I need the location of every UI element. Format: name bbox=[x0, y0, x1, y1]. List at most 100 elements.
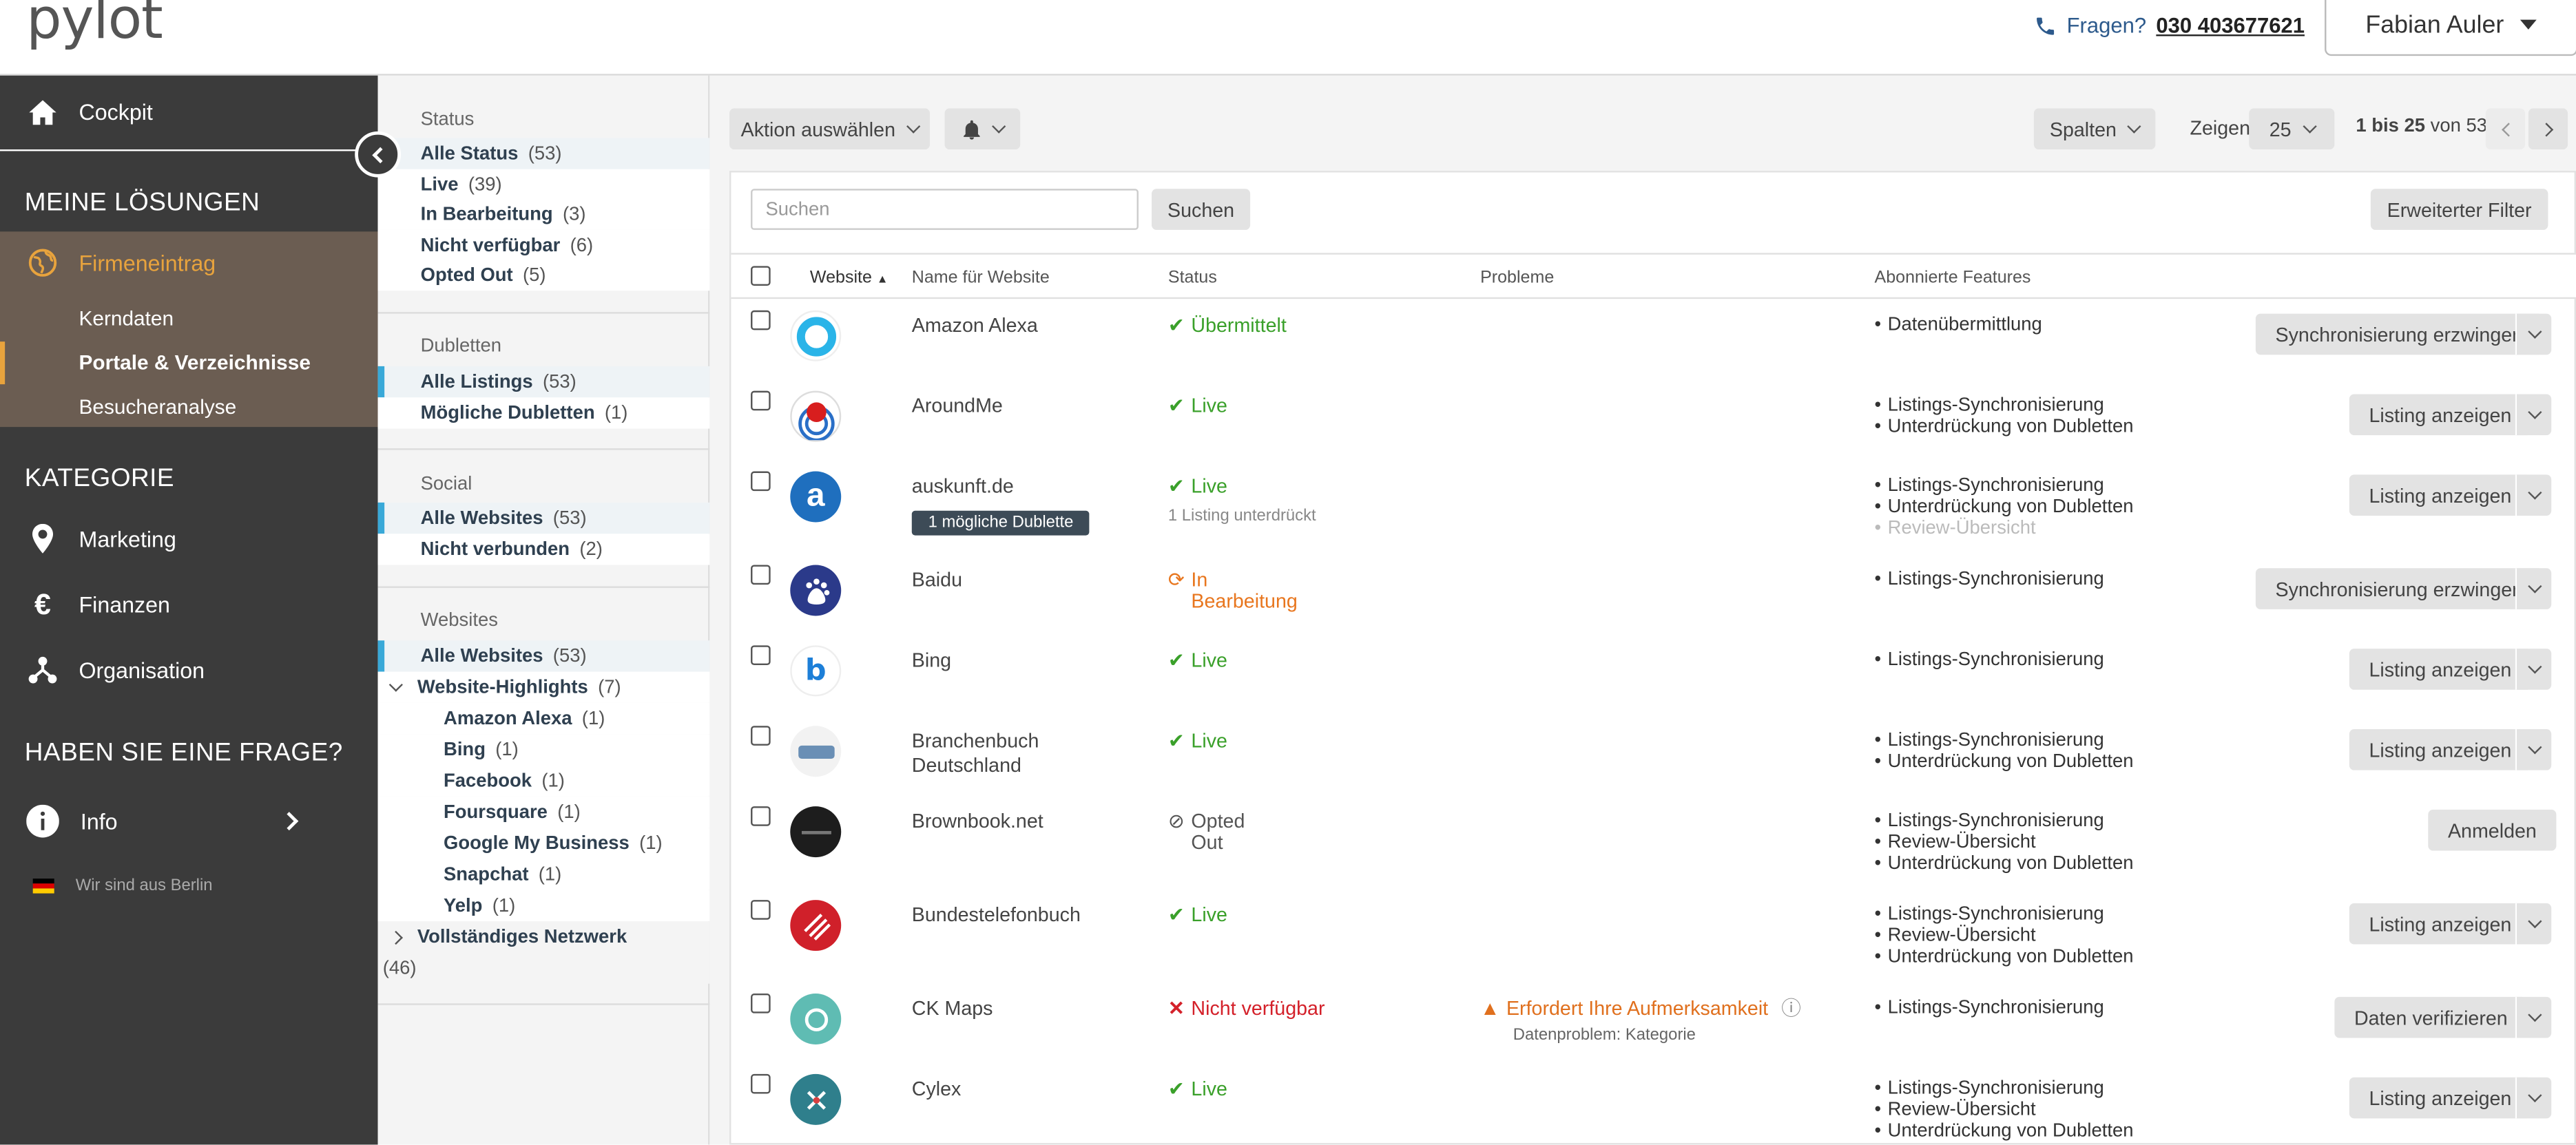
row-action-dropdown[interactable] bbox=[2515, 903, 2552, 945]
marketing-label: Marketing bbox=[79, 526, 176, 552]
table-row[interactable]: BranchenbuchDeutschland ✔Live Listings-S… bbox=[731, 716, 2576, 795]
filter-full-network[interactable]: Vollständiges Netzwerk (46) bbox=[377, 921, 710, 984]
table-row[interactable]: Brownbook.net ⊘OptedOut Listings-Synchro… bbox=[731, 797, 2576, 889]
page-size-select[interactable]: 25 bbox=[2249, 108, 2335, 150]
row-checkbox[interactable] bbox=[751, 726, 771, 746]
filter-status-live[interactable]: Live (39) bbox=[377, 169, 710, 200]
row-action-dropdown[interactable] bbox=[2515, 996, 2552, 1038]
table-row[interactable]: Bundestelefonbuch ✔Live Listings-Synchro… bbox=[731, 890, 2576, 983]
sidebar-item-marketing[interactable]: Marketing bbox=[0, 521, 378, 556]
column-status: Status bbox=[1167, 267, 1217, 288]
filter-social-all[interactable]: Alle Websites (53) bbox=[377, 502, 710, 534]
website-name: AroundMe bbox=[911, 394, 1003, 417]
row-checkbox[interactable] bbox=[751, 310, 771, 330]
verify-data-button[interactable]: Daten verifizieren bbox=[2334, 996, 2528, 1038]
status-label: In Bearbeitung bbox=[1191, 569, 1297, 613]
next-page-button[interactable] bbox=[2528, 108, 2568, 150]
feature-item: Datenübermittlung bbox=[1875, 315, 2042, 337]
row-checkbox[interactable] bbox=[751, 900, 771, 920]
row-checkbox[interactable] bbox=[751, 806, 771, 826]
search-button[interactable]: Suchen bbox=[1152, 189, 1251, 230]
filter-status-all[interactable]: Alle Status (53) bbox=[377, 138, 710, 169]
filter-highlight-amazon-alexa[interactable]: Amazon Alexa (1) bbox=[377, 702, 710, 735]
filter-label: Nicht verfügbar bbox=[420, 235, 561, 255]
row-checkbox[interactable] bbox=[751, 1073, 771, 1094]
filter-highlight-snapchat[interactable]: Snapchat (1) bbox=[377, 859, 710, 890]
view-listing-button[interactable]: Listing anzeigen bbox=[2349, 649, 2531, 690]
columns-button[interactable]: Spalten bbox=[2033, 108, 2156, 150]
advanced-filter-button[interactable]: Erweiterter Filter bbox=[2370, 189, 2548, 230]
table-row[interactable]: a auskunft.de 1 mögliche Dublette ✔ Live … bbox=[731, 461, 2576, 554]
select-all-checkbox[interactable] bbox=[751, 266, 771, 286]
sidebar-item-organisation[interactable]: Organisation bbox=[0, 652, 378, 688]
view-listing-button[interactable]: Listing anzeigen bbox=[2349, 729, 2531, 770]
row-action-dropdown[interactable] bbox=[2515, 729, 2552, 770]
chevron-down-icon bbox=[2527, 1088, 2542, 1103]
search-input[interactable]: Suchen bbox=[751, 189, 1139, 230]
sidebar-sub-besucheranalyse[interactable]: Besucheranalyse bbox=[79, 396, 236, 419]
pagination-range: 1 bis 25 von 53 bbox=[2356, 116, 2487, 136]
table-row[interactable]: Amazon Alexa ✔Übermittelt Datenübermittl… bbox=[731, 300, 2576, 379]
pylot-logo[interactable]: pylot bbox=[26, 0, 163, 52]
filter-highlight-yelp[interactable]: Yelp (1) bbox=[377, 890, 710, 922]
row-action-dropdown[interactable] bbox=[2515, 474, 2552, 516]
phone-number-link[interactable]: 030 403677621 bbox=[2156, 13, 2305, 38]
filter-label: Alle Listings bbox=[420, 372, 533, 392]
sidebar-item-info[interactable]: Info bbox=[0, 801, 378, 841]
row-action-dropdown[interactable] bbox=[2515, 313, 2552, 355]
filter-status-unavailable[interactable]: Nicht verfügbar (6) bbox=[377, 229, 710, 262]
view-listing-button[interactable]: Listing anzeigen bbox=[2349, 1077, 2531, 1119]
filter-label: Mögliche Dubletten bbox=[420, 403, 595, 423]
notifications-button[interactable] bbox=[944, 108, 1021, 150]
problem-cell[interactable]: ▲ Erfordert Ihre Aufmerksamkeit ⓘ bbox=[1480, 998, 1801, 1018]
row-action-dropdown[interactable] bbox=[2515, 1077, 2552, 1119]
duplicate-badge[interactable]: 1 mögliche Dublette bbox=[911, 510, 1090, 536]
feature-item: Unterdrückung von Dubletten bbox=[1875, 1122, 2134, 1143]
filter-status-processing[interactable]: In Bearbeitung (3) bbox=[377, 198, 710, 230]
filter-count: (39) bbox=[468, 175, 502, 195]
filter-websites-all[interactable]: Alle Websites (53) bbox=[377, 640, 710, 672]
table-row[interactable]: Baidu ⟳ InBearbeitung Listings-Synchronis… bbox=[731, 555, 2576, 633]
features-list: Listings-SynchronisierungReview-Übersich… bbox=[1875, 1079, 2134, 1143]
force-sync-button[interactable]: Synchronisierung erzwingen bbox=[2255, 568, 2543, 609]
row-checkbox[interactable] bbox=[751, 994, 771, 1013]
column-website[interactable]: Website ▲ bbox=[810, 268, 889, 288]
table-row[interactable]: AroundMe ✔ Live Listings-Synchronisierung… bbox=[731, 381, 2576, 459]
info-icon[interactable]: ⓘ bbox=[1781, 998, 1801, 1018]
filter-duplicates-all[interactable]: Alle Listings (53) bbox=[377, 366, 710, 398]
feature-item: Unterdrückung von Dubletten bbox=[1875, 947, 2134, 969]
sidebar-item-cockpit[interactable]: Cockpit bbox=[0, 76, 378, 151]
row-checkbox[interactable] bbox=[751, 565, 771, 585]
row-checkbox[interactable] bbox=[751, 390, 771, 411]
table-row[interactable]: b Bing ✔ Live Listings-Synchronisierung L… bbox=[731, 635, 2576, 714]
view-listing-button[interactable]: Listing anzeigen bbox=[2349, 903, 2531, 945]
row-checkbox[interactable] bbox=[751, 471, 771, 492]
prev-page-button[interactable] bbox=[2485, 108, 2526, 150]
filter-highlight-google-my-business[interactable]: Google My Business (1) bbox=[377, 828, 710, 859]
sidebar-sub-portale[interactable]: Portale & Verzeichnisse bbox=[79, 351, 310, 374]
filter-status-opted-out[interactable]: Opted Out (5) bbox=[377, 259, 710, 291]
view-listing-button[interactable]: Listing anzeigen bbox=[2349, 474, 2531, 516]
filter-highlight-foursquare[interactable]: Foursquare (1) bbox=[377, 796, 710, 828]
filter-highlight-facebook[interactable]: Facebook (1) bbox=[377, 765, 710, 797]
sidebar-item-firmeneintrag[interactable]: Firmeneintrag bbox=[0, 242, 378, 284]
sidebar-item-finanzen[interactable]: € Finanzen bbox=[0, 587, 378, 622]
register-button[interactable]: Anmelden bbox=[2428, 809, 2557, 851]
force-sync-button[interactable]: Synchronisierung erzwingen bbox=[2255, 313, 2543, 355]
sidebar-collapse-button[interactable] bbox=[355, 131, 401, 178]
row-action-dropdown[interactable] bbox=[2515, 568, 2552, 609]
view-listing-button[interactable]: Listing anzeigen bbox=[2349, 394, 2531, 436]
sidebar-sub-kerndaten[interactable]: Kerndaten bbox=[79, 307, 174, 330]
filter-duplicates-possible[interactable]: Mögliche Dubletten (1) bbox=[377, 397, 710, 429]
filter-social-not-connected[interactable]: Nicht verbunden (2) bbox=[377, 534, 710, 565]
row-action-dropdown[interactable] bbox=[2515, 649, 2552, 690]
table-row[interactable]: CK Maps ✕ Nicht verfügbar ▲ Erfordert Ihre… bbox=[731, 984, 2576, 1062]
table-row[interactable]: Cylex ✔Live Listings-SynchronisierungRev… bbox=[731, 1064, 2576, 1145]
berlin-label: Wir sind aus Berlin bbox=[75, 876, 213, 894]
filter-highlight-bing[interactable]: Bing (1) bbox=[377, 734, 710, 766]
filter-website-highlights[interactable]: Website-Highlights (7) bbox=[377, 671, 710, 703]
user-menu-button[interactable]: Fabian Auler bbox=[2325, 0, 2576, 56]
row-action-dropdown[interactable] bbox=[2515, 394, 2552, 436]
action-select-button[interactable]: Aktion auswählen bbox=[729, 108, 931, 150]
row-checkbox[interactable] bbox=[751, 645, 771, 666]
